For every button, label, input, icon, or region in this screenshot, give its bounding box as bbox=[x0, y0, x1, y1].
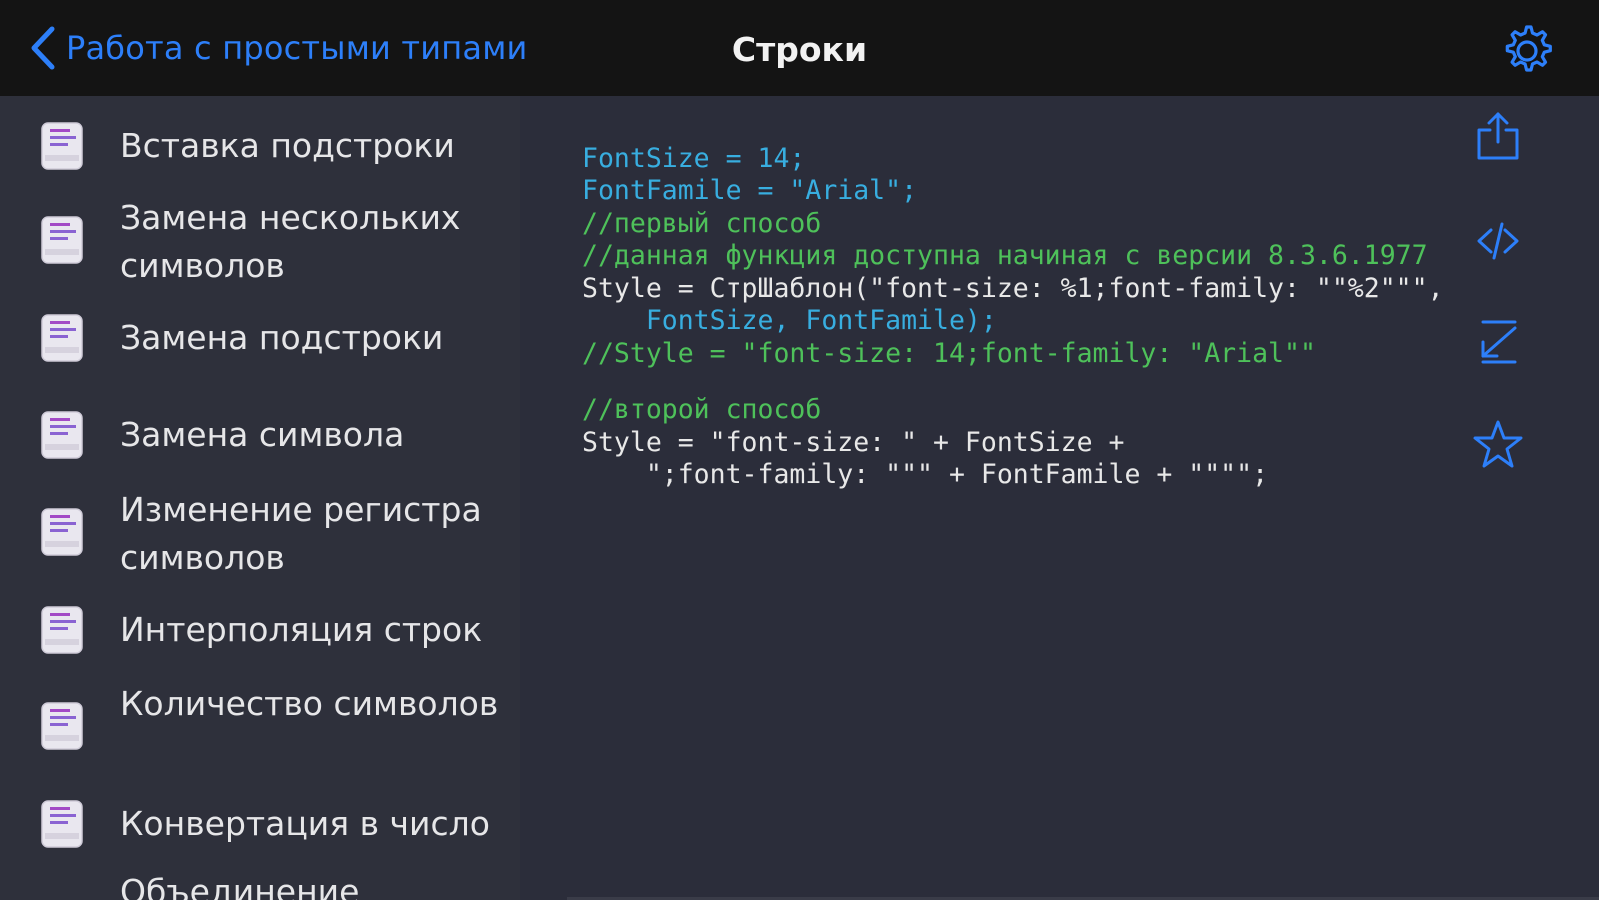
code-line-text: Style = СтрШаблон("font-size: %1;font-fa… bbox=[582, 272, 1444, 304]
gear-icon[interactable] bbox=[1498, 22, 1556, 80]
sidebar-item-insert-substring[interactable]: Вставка подстроки bbox=[0, 114, 520, 178]
code-document-icon bbox=[41, 606, 83, 654]
chevron-left-icon bbox=[31, 26, 55, 70]
sidebar-item-replace-multiple-chars[interactable]: Замена нескольких символов bbox=[0, 192, 520, 292]
collapse-icon[interactable] bbox=[1471, 314, 1525, 368]
sidebar-item-label: Замена нескольких символов bbox=[120, 198, 461, 285]
code-document-icon bbox=[41, 411, 83, 459]
code-document-icon bbox=[41, 216, 83, 264]
sidebar-item-label: Объединение bbox=[120, 872, 360, 900]
back-button-label: Работа с простыми типами bbox=[66, 29, 528, 67]
sidebar-item-label: Изменение регистра символов bbox=[120, 490, 482, 577]
star-icon[interactable] bbox=[1471, 418, 1525, 472]
code-document-icon bbox=[41, 122, 83, 170]
code-document-icon bbox=[41, 314, 83, 362]
code-document-icon bbox=[41, 702, 83, 750]
code-line: FontSize, FontFamile); bbox=[582, 305, 1444, 338]
navigation-bar: Работа с простыми типами Строки bbox=[0, 0, 1599, 96]
code-line-text: //Style = "font-size: 14;font-family: "A… bbox=[582, 337, 1316, 369]
code-line: //первый способ bbox=[582, 208, 1444, 241]
code-line-text: //первый способ bbox=[582, 207, 822, 239]
code-document-icon bbox=[41, 800, 83, 848]
code-viewer: FontSize = 14; FontFamile = "Arial";//пер… bbox=[520, 96, 1599, 900]
sidebar-item-concatenation[interactable]: Объединение bbox=[0, 866, 520, 900]
code-line: //второй способ bbox=[582, 394, 1444, 427]
sidebar: Вставка подстроки Замена нескольких симв… bbox=[0, 96, 520, 900]
code-line: Style = СтрШаблон("font-size: %1;font-fa… bbox=[582, 273, 1444, 306]
sidebar-item-label: Замена подстроки bbox=[120, 318, 444, 357]
sidebar-item-label: Количество символов bbox=[120, 684, 499, 723]
code-line-text: Style = "font-size: " + FontSize + bbox=[582, 426, 1125, 458]
code-line: ";font-family: """ + FontFamile + """"; bbox=[582, 459, 1444, 492]
code-icon[interactable] bbox=[1471, 214, 1525, 268]
sidebar-item-label: Интерполяция строк bbox=[120, 610, 483, 649]
code-document-icon bbox=[41, 508, 83, 556]
code-line-text: FontSize = 14; bbox=[582, 142, 806, 174]
code-line: //Style = "font-size: 14;font-family: "A… bbox=[582, 338, 1444, 371]
sidebar-item-string-interpolation[interactable]: Интерполяция строк bbox=[0, 598, 520, 662]
code-line-text: FontSize, FontFamile); bbox=[582, 305, 997, 336]
sidebar-item-convert-to-number[interactable]: Конвертация в число bbox=[0, 792, 520, 856]
code-line: //данная функция доступна начиная с верс… bbox=[582, 240, 1444, 273]
code-block: FontSize = 14; FontFamile = "Arial";//пер… bbox=[582, 110, 1444, 557]
sidebar-item-label: Замена символа bbox=[120, 415, 405, 454]
sidebar-item-char-count[interactable]: Количество символов bbox=[0, 678, 520, 778]
code-line: Style = "font-size: " + FontSize + bbox=[582, 427, 1444, 460]
code-line-text: FontFamile = "Arial"; bbox=[582, 175, 918, 206]
code-line-text: //данная функция доступна начиная с верс… bbox=[582, 240, 1428, 271]
sidebar-item-label: Вставка подстроки bbox=[120, 126, 455, 165]
sidebar-item-replace-char[interactable]: Замена символа bbox=[0, 403, 520, 467]
page-title: Строки bbox=[731, 30, 868, 69]
code-line: FontFamile = "Arial"; bbox=[582, 175, 1444, 208]
sidebar-item-change-case[interactable]: Изменение регистра символов bbox=[0, 484, 520, 584]
share-icon[interactable] bbox=[1471, 110, 1525, 164]
code-line-text: ";font-family: """ + FontFamile + """"; bbox=[582, 459, 1269, 490]
sidebar-item-label: Конвертация в число bbox=[120, 804, 490, 843]
sidebar-item-replace-substring[interactable]: Замена подстроки bbox=[0, 306, 520, 370]
code-line: FontSize = 14; bbox=[582, 143, 1444, 176]
back-button[interactable]: Работа с простыми типами bbox=[28, 22, 528, 74]
code-line-text: //второй способ bbox=[582, 394, 822, 425]
